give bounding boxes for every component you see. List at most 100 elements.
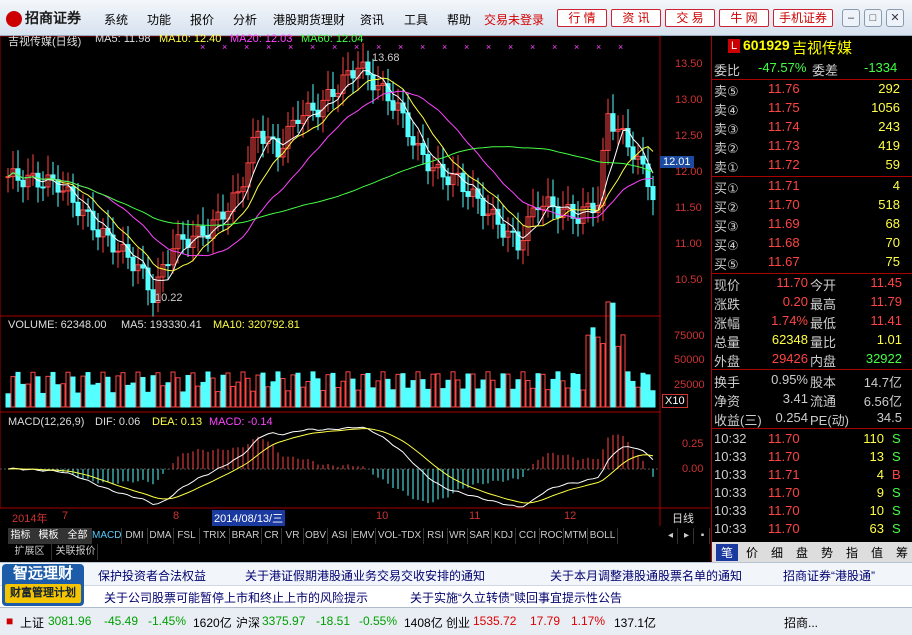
ma60-label: MA60: 12.04 [301,33,364,45]
indicator-tab-sar[interactable]: SAR [468,528,492,544]
menu-tools[interactable]: 工具 [404,11,428,28]
indicator-tab-boll[interactable]: BOLL [588,528,618,544]
divider [712,176,912,177]
indicator-tab-macd[interactable]: MACD [92,528,122,544]
bid-row[interactable]: 买④ 11.68 70 [712,234,912,253]
volume-bar [575,373,581,408]
candle-body [85,209,91,212]
bid-row[interactable]: 买⑤ 11.67 75 [712,253,912,272]
quote-button[interactable]: 行 情 [557,9,607,27]
quote-tab-4[interactable]: 势 [816,544,838,561]
indicator-tab-模板[interactable]: 模板 [34,528,64,544]
bid-price: 11.67 [768,254,800,269]
indicator-tab-mtm[interactable]: MTM [564,528,588,544]
tick-volume: 4 [876,467,884,482]
volume-bar [495,388,501,408]
news-item[interactable]: 关于港证假期港股通业务交易交收安排的通知 [245,567,485,584]
menu-help[interactable]: 帮助 [447,11,471,28]
indicator-tab-brar[interactable]: BRAR [230,528,262,544]
volume-bar [395,373,401,408]
indicator-tab-vr[interactable]: VR [282,528,304,544]
tab-scroll-left-icon[interactable]: ◂ [664,528,678,544]
stat-label: 涨幅 [714,316,741,331]
indicator-tab-obv[interactable]: OBV [304,528,328,544]
tab-scroll-more-icon[interactable]: ▪ [696,528,710,544]
bid-volume: 68 [885,216,900,231]
minimize-icon[interactable]: – [842,9,860,27]
close-icon[interactable]: ✕ [886,9,904,27]
sh-label[interactable]: 上证 [20,614,44,631]
menu-system[interactable]: 系统 [104,11,128,28]
news-item[interactable]: 保护投资者合法权益 [98,567,206,584]
stat-label-2: 内盘 [810,354,837,369]
ask-row[interactable]: 卖④ 11.75 1056 [712,99,912,118]
indicator-tab-roc[interactable]: ROC [540,528,564,544]
indicator-tab-fsl[interactable]: FSL [174,528,200,544]
indicator-tab-vol-tdx[interactable]: VOL-TDX [376,528,424,544]
maximize-icon[interactable]: □ [864,9,882,27]
news-item[interactable]: 关于实施“久立转债”赎回事宜提示性公告 [410,589,622,606]
kline-chart-area[interactable]: × × × × × × × × × × × × × × × × × × × × 吉视传媒(日线) MA5: 11.98… [0,33,710,526]
stock-code: 601929 [743,37,790,53]
ask-row[interactable]: 卖② 11.73 419 [712,137,912,156]
indicator-tab-dmi[interactable]: DMI [122,528,148,544]
news-button[interactable]: 资 讯 [611,9,661,27]
ask-row[interactable]: 卖① 11.72 59 [712,156,912,175]
bid-row[interactable]: 买① 11.71 4 [712,177,912,196]
bid-row[interactable]: 买② 11.70 518 [712,196,912,215]
volume-bar [35,376,41,408]
indicator-tab-指标[interactable]: 指标 [8,528,34,544]
quote-tab-2[interactable]: 细 [766,544,788,561]
bid-row[interactable]: 买③ 11.69 68 [712,215,912,234]
niu-network-button[interactable]: 牛 网 [719,9,769,27]
indicator-tab-cci[interactable]: CCI [516,528,540,544]
volume-bar [420,379,426,408]
broker-status[interactable]: 招商... [784,614,818,631]
volume-bar [205,371,211,408]
indicator-tab-kdj[interactable]: KDJ [492,528,516,544]
period-label[interactable]: 日线 [672,510,694,526]
quote-tab-0[interactable]: 笔 [716,544,738,561]
sub-tab-0[interactable]: 扩展区 [8,544,52,560]
tab-scroll-right-icon[interactable]: ▸ [680,528,694,544]
macd-axis-2: 0.00 [682,463,704,475]
cy-label[interactable]: 创业 [446,614,470,631]
sub-tab-1[interactable]: 关联报价 [54,544,98,560]
menu-analysis[interactable]: 分析 [233,11,257,28]
indicator-tab-asi[interactable]: ASI [328,528,352,544]
wb-label: 委比 [714,63,741,78]
ask-row[interactable]: 卖⑤ 11.76 292 [712,80,912,99]
trade-button[interactable]: 交 易 [665,9,715,27]
promo-banner[interactable]: 智远理财 财富管理计划 [2,564,84,606]
volume-bar [450,371,456,408]
hs-label[interactable]: 沪深 [236,614,260,631]
menu-function[interactable]: 功能 [147,11,171,28]
quote-tab-5[interactable]: 指 [841,544,863,561]
indicator-tab-emv[interactable]: EMV [352,528,376,544]
indicator-tab-dma[interactable]: DMA [148,528,174,544]
indicator-tab-全部[interactable]: 全部 [64,528,92,544]
bid-price: 11.69 [768,216,800,231]
quote-tab-7[interactable]: 筹 [891,544,912,561]
news-item[interactable]: 招商证券“港股通” [783,567,875,584]
candle-body [310,102,316,111]
login-status[interactable]: 交易未登录 [484,11,544,28]
menu-news[interactable]: 资讯 [360,11,384,28]
quote-tab-3[interactable]: 盘 [791,544,813,561]
indicator-tab-cr[interactable]: CR [262,528,282,544]
ask-row[interactable]: 卖③ 11.74 243 [712,118,912,137]
indicator-tab-trix[interactable]: TRIX [200,528,230,544]
mobile-securities-button[interactable]: 手机证券 [773,9,833,27]
indicator-tab-rsi[interactable]: RSI [424,528,448,544]
news-item[interactable]: 关于本月调整港股通股票名单的通知 [550,567,742,584]
volume-axis-2: 50000 [674,354,705,366]
title-bar: 招商证券 系统 功能 报价 分析 港股期货理财 资讯 工具 帮助 交易未登录 行… [0,0,912,36]
news-item[interactable]: 关于公司股票可能暂停上市和终止上市的风险提示 [104,589,368,606]
menu-hk-futures[interactable]: 港股期货理财 [273,11,345,28]
menu-quote[interactable]: 报价 [190,11,214,28]
volume-bar [135,371,141,408]
kline-chart-svg[interactable]: × × × × × × × × × × × × × × × × × × × × [0,36,710,526]
indicator-tab-wr[interactable]: WR [448,528,468,544]
quote-tab-1[interactable]: 价 [741,544,763,561]
quote-tab-6[interactable]: 值 [866,544,888,561]
